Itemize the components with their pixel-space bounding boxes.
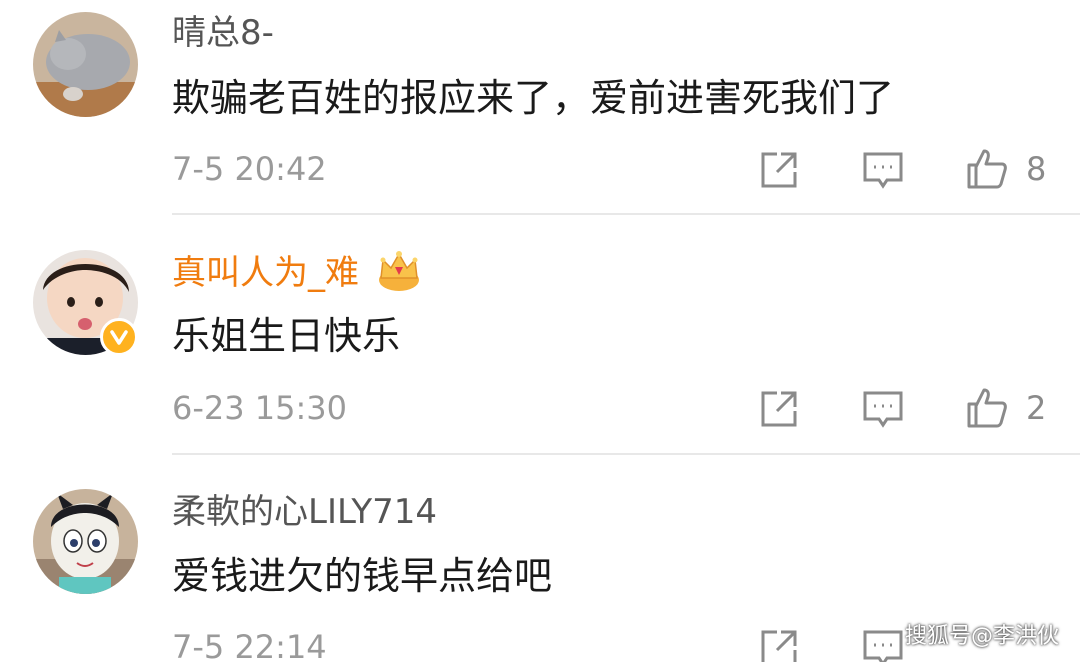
comment-icon[interactable] (861, 626, 905, 670)
divider (172, 453, 1080, 455)
divider (172, 213, 1080, 215)
like-count: 2 (1026, 389, 1047, 427)
avatar[interactable] (33, 489, 138, 594)
like-count: 8 (1026, 150, 1047, 188)
username[interactable]: 晴总8- (172, 13, 274, 53)
thumbs-up-icon[interactable] (965, 147, 1009, 191)
timestamp: 7-5 20:42 (172, 150, 327, 188)
share-icon[interactable] (757, 626, 801, 670)
verified-badge (100, 318, 138, 356)
share-icon[interactable] (757, 148, 801, 192)
timestamp: 6-23 15:30 (172, 389, 348, 427)
comment-icon[interactable] (861, 148, 905, 192)
comment-text: 爱钱进欠的钱早点给吧 (172, 554, 553, 598)
thumbs-up-icon[interactable] (965, 386, 1009, 430)
crown-icon (375, 250, 423, 292)
avatar[interactable] (33, 12, 138, 117)
timestamp: 7-5 22:14 (172, 628, 327, 666)
username[interactable]: 柔軟的心LILY714 (172, 492, 437, 532)
comment-text: 乐姐生日快乐 (172, 314, 401, 358)
share-icon[interactable] (757, 387, 801, 431)
comment-text: 欺骗老百姓的报应来了，爱前进害死我们了 (172, 76, 895, 120)
comment-icon[interactable] (861, 387, 905, 431)
username[interactable]: 真叫人为_难 (172, 253, 359, 293)
watermark: 搜狐号@李洪伙 (905, 624, 1060, 649)
